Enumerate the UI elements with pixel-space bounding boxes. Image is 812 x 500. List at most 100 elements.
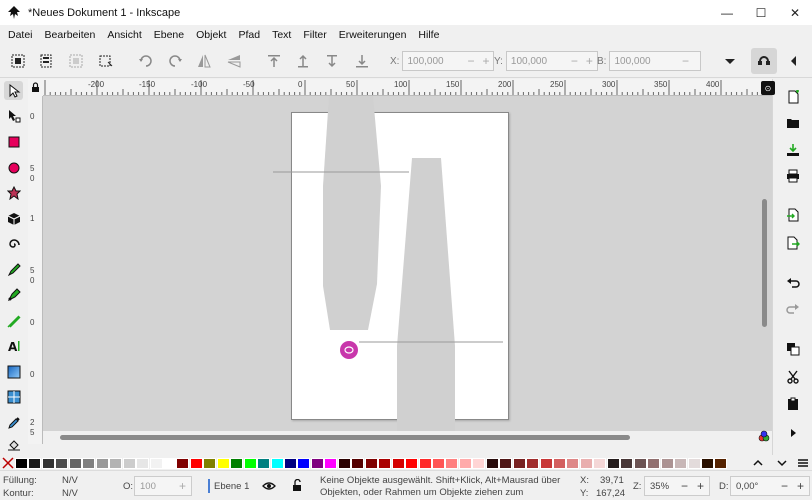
rotation-increment-button[interactable]: + — [797, 479, 804, 493]
color-swatch[interactable] — [337, 458, 351, 469]
duplicate-button[interactable] — [785, 341, 801, 357]
color-swatch[interactable] — [674, 458, 688, 469]
calligraphy-tool[interactable] — [4, 311, 23, 330]
menu-datei[interactable]: Datei — [2, 29, 39, 41]
y-input[interactable]: 100,000 — [507, 56, 567, 67]
pen-tool[interactable] — [4, 285, 23, 304]
eye-visibility-icon[interactable] — [262, 480, 276, 492]
select-all-layers-icon[interactable] — [38, 53, 54, 69]
fill-value[interactable]: N/V — [62, 475, 78, 486]
width-decrement-button[interactable]: − — [682, 54, 689, 68]
undo-button[interactable] — [785, 275, 801, 291]
zoom-increment-button[interactable]: + — [697, 479, 704, 493]
color-swatch[interactable] — [431, 458, 445, 469]
horizontal-ruler[interactable]: -200 -150 -100 -50 0 50 100 150 200 250 … — [43, 79, 772, 96]
color-swatch[interactable] — [526, 458, 540, 469]
color-swatch[interactable] — [55, 458, 69, 469]
menu-ansicht[interactable]: Ansicht — [101, 29, 147, 41]
horizontal-scroll-thumb[interactable] — [60, 435, 630, 440]
flip-vertical-icon[interactable] — [226, 53, 242, 69]
color-swatch[interactable] — [647, 458, 661, 469]
stroke-value[interactable]: N/V — [62, 488, 78, 499]
close-button[interactable]: ✕ — [778, 0, 812, 25]
color-swatch[interactable] — [203, 458, 217, 469]
color-swatch[interactable] — [418, 458, 432, 469]
current-layer[interactable]: Ebene 1 — [214, 481, 249, 492]
dropper-tool[interactable] — [4, 413, 23, 432]
vertical-ruler[interactable]: 0 5 0 1 5 0 0 0 2 5 — [28, 96, 43, 444]
maximize-button[interactable]: ☐ — [744, 0, 778, 25]
color-management-icon[interactable] — [757, 429, 771, 443]
star-tool[interactable] — [4, 183, 23, 202]
rotate-ccw-icon[interactable] — [138, 53, 154, 69]
color-swatch[interactable] — [216, 458, 230, 469]
raise-to-top-icon[interactable] — [266, 53, 282, 69]
color-swatch[interactable] — [378, 458, 392, 469]
paste-button[interactable] — [785, 396, 801, 412]
color-swatch[interactable] — [512, 458, 526, 469]
rotation-value[interactable]: 0,00° — [736, 481, 758, 492]
color-swatch[interactable] — [351, 458, 365, 469]
overflow-menu-icon[interactable] — [722, 53, 738, 69]
raise-icon[interactable] — [295, 53, 311, 69]
color-swatch[interactable] — [566, 458, 580, 469]
y-decrement-button[interactable]: − — [571, 54, 578, 68]
color-swatch[interactable] — [687, 458, 701, 469]
drawing-canvas[interactable] — [43, 96, 772, 431]
color-swatch[interactable] — [68, 458, 82, 469]
x-decrement-button[interactable]: − — [467, 54, 474, 68]
export-button[interactable] — [785, 235, 801, 251]
menu-objekt[interactable]: Objekt — [190, 29, 232, 41]
redo-button[interactable] — [785, 301, 801, 317]
hamburger-menu-icon[interactable] — [797, 457, 809, 469]
color-swatch[interactable] — [620, 458, 634, 469]
rotation-spinner[interactable]: 0,00° − + — [730, 476, 810, 496]
touch-select-icon[interactable] — [97, 53, 113, 69]
rectangle-tool[interactable] — [4, 132, 23, 151]
rotation-decrement-button[interactable]: − — [781, 479, 788, 493]
mesh-tool[interactable] — [4, 387, 23, 406]
guide-lock-toggle[interactable] — [28, 79, 43, 96]
text-tool[interactable]: A — [4, 336, 23, 355]
zoom-decrement-button[interactable]: − — [681, 479, 688, 493]
color-swatch[interactable] — [82, 458, 96, 469]
color-swatch[interactable] — [485, 458, 499, 469]
color-swatch[interactable] — [41, 458, 55, 469]
color-swatch[interactable] — [579, 458, 593, 469]
menu-filter[interactable]: Filter — [297, 29, 332, 41]
import-button[interactable] — [785, 207, 801, 223]
unlock-icon[interactable] — [292, 479, 303, 492]
pencil-tool[interactable] — [4, 260, 23, 279]
opacity-value[interactable]: 100 — [140, 481, 156, 492]
select-all-icon[interactable] — [10, 53, 26, 69]
snap-options-icon[interactable] — [786, 53, 802, 69]
selector-tool[interactable] — [4, 81, 23, 100]
snap-toggle[interactable] — [751, 48, 777, 74]
cut-button[interactable] — [785, 369, 801, 385]
color-swatch[interactable] — [553, 458, 566, 469]
opacity-spinner[interactable]: 100 + — [134, 476, 192, 496]
open-file-button[interactable] — [785, 115, 801, 131]
gradient-tool[interactable] — [4, 362, 23, 381]
new-document-button[interactable] — [785, 89, 801, 105]
flip-horizontal-icon[interactable] — [196, 53, 212, 69]
no-paint-icon[interactable] — [2, 457, 14, 469]
color-swatch[interactable] — [136, 458, 150, 469]
color-swatch[interactable] — [109, 458, 123, 469]
spiral-tool[interactable] — [4, 234, 23, 253]
vertical-scrollbar[interactable] — [757, 96, 772, 431]
menu-hilfe[interactable]: Hilfe — [412, 29, 445, 41]
color-swatch[interactable] — [499, 458, 513, 469]
vertical-scroll-thumb[interactable] — [762, 199, 767, 327]
color-swatch[interactable] — [391, 458, 405, 469]
color-swatch[interactable] — [28, 458, 42, 469]
chevron-up-icon[interactable] — [752, 457, 764, 469]
color-swatch[interactable] — [189, 458, 203, 469]
color-swatch[interactable] — [458, 458, 472, 469]
color-swatch[interactable] — [593, 458, 607, 469]
chevron-down-icon[interactable] — [776, 457, 788, 469]
rotate-cw-icon[interactable] — [167, 53, 183, 69]
color-swatch[interactable] — [270, 458, 284, 469]
color-swatch[interactable] — [230, 458, 244, 469]
x-increment-button[interactable]: + — [482, 54, 489, 68]
